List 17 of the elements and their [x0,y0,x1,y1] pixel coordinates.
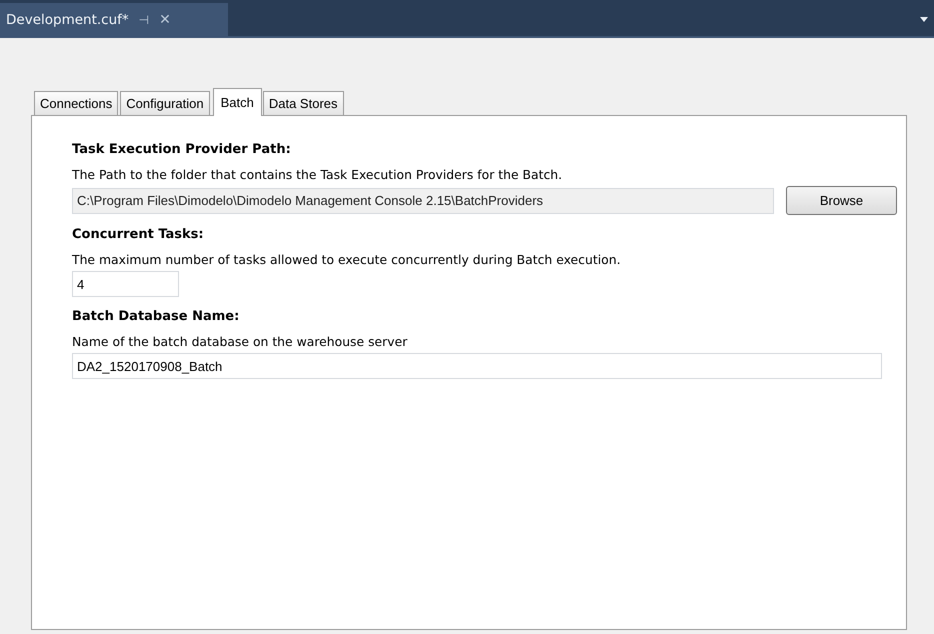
document-tab[interactable]: Development.cuf* ⊣ ✕ [0,3,228,36]
tab[interactable]: Batch [212,88,262,116]
section-heading: Batch Database Name: [72,309,240,324]
section-heading: Concurrent Tasks: [72,227,205,242]
input-field[interactable]: DA2_1520170908_Batch [72,353,882,379]
close-icon[interactable]: ✕ [159,12,171,28]
tab[interactable]: Connections [34,91,118,115]
section-heading: Task Execution Provider Path: [72,142,292,157]
tab[interactable]: Configuration [120,91,210,115]
description-text: The maximum number of tasks allowed to execute concurrently during Batch execution. [72,252,622,267]
input-field[interactable]: 4 [72,271,179,297]
tab[interactable]: Data Stores [262,91,344,115]
dropdown-arrow-icon[interactable] [920,17,928,22]
pin-icon[interactable]: ⊣ [138,12,150,26]
document-title: Development.cuf* [6,12,129,28]
description-text: The Path to the folder that contains the Task Execution Providers for the Batch. [72,167,564,182]
description-text: Name of the batch database on the warehouse server [72,334,408,349]
